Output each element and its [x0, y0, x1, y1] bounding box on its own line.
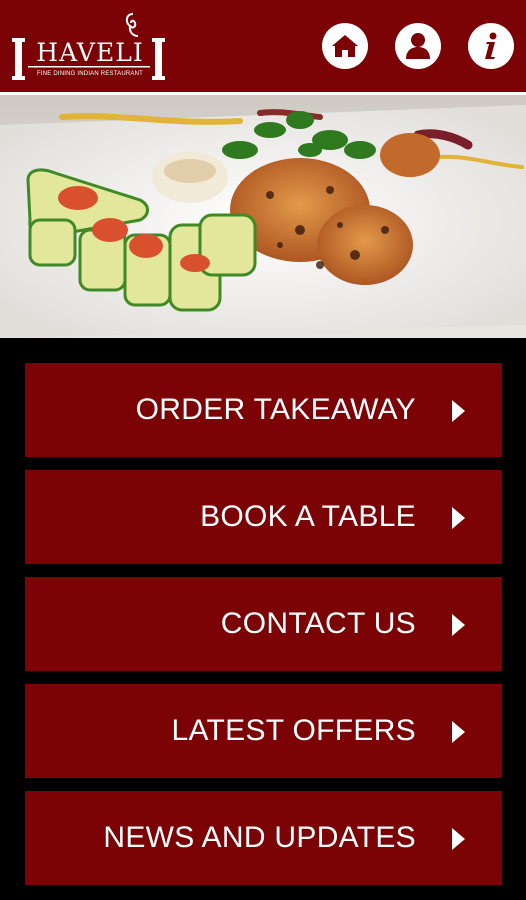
profile-button[interactable]	[395, 23, 441, 69]
menu-item-contact-us[interactable]: CONTACT US	[25, 577, 502, 671]
app-header: HAVELI FINE DINING INDIAN RESTAURANT	[0, 0, 526, 95]
menu-item-latest-offers[interactable]: LATEST OFFERS	[25, 684, 502, 778]
home-button[interactable]	[322, 23, 368, 69]
haveli-logo[interactable]: HAVELI FINE DINING INDIAN RESTAURANT	[12, 10, 168, 84]
menu-item-label: CONTACT US	[220, 607, 416, 640]
chevron-right-icon	[452, 721, 465, 743]
menu-item-order-takeaway[interactable]: ORDER TAKEAWAY	[25, 363, 502, 457]
chevron-right-icon	[452, 507, 465, 529]
info-icon	[485, 32, 497, 59]
logo-tagline: FINE DINING INDIAN RESTAURANT	[36, 71, 144, 77]
menu-item-label: NEWS AND UPDATES	[103, 821, 416, 854]
menu-item-label: BOOK A TABLE	[200, 500, 416, 533]
hero-food-image	[0, 95, 526, 338]
menu-item-news-and-updates[interactable]: NEWS AND UPDATES	[25, 791, 502, 885]
menu-item-book-a-table[interactable]: BOOK A TABLE	[25, 470, 502, 564]
logo-name: HAVELI	[36, 38, 144, 67]
menu-item-label: ORDER TAKEAWAY	[135, 393, 416, 426]
user-icon	[406, 33, 430, 59]
food-plate-illustration	[0, 95, 526, 338]
chevron-right-icon	[452, 614, 465, 636]
chevron-right-icon	[452, 400, 465, 422]
chevron-right-icon	[452, 828, 465, 850]
home-icon	[332, 35, 358, 57]
menu-item-label: LATEST OFFERS	[171, 714, 416, 747]
info-button[interactable]	[468, 23, 514, 69]
main-menu: ORDER TAKEAWAY BOOK A TABLE CONTACT US L…	[25, 363, 502, 898]
